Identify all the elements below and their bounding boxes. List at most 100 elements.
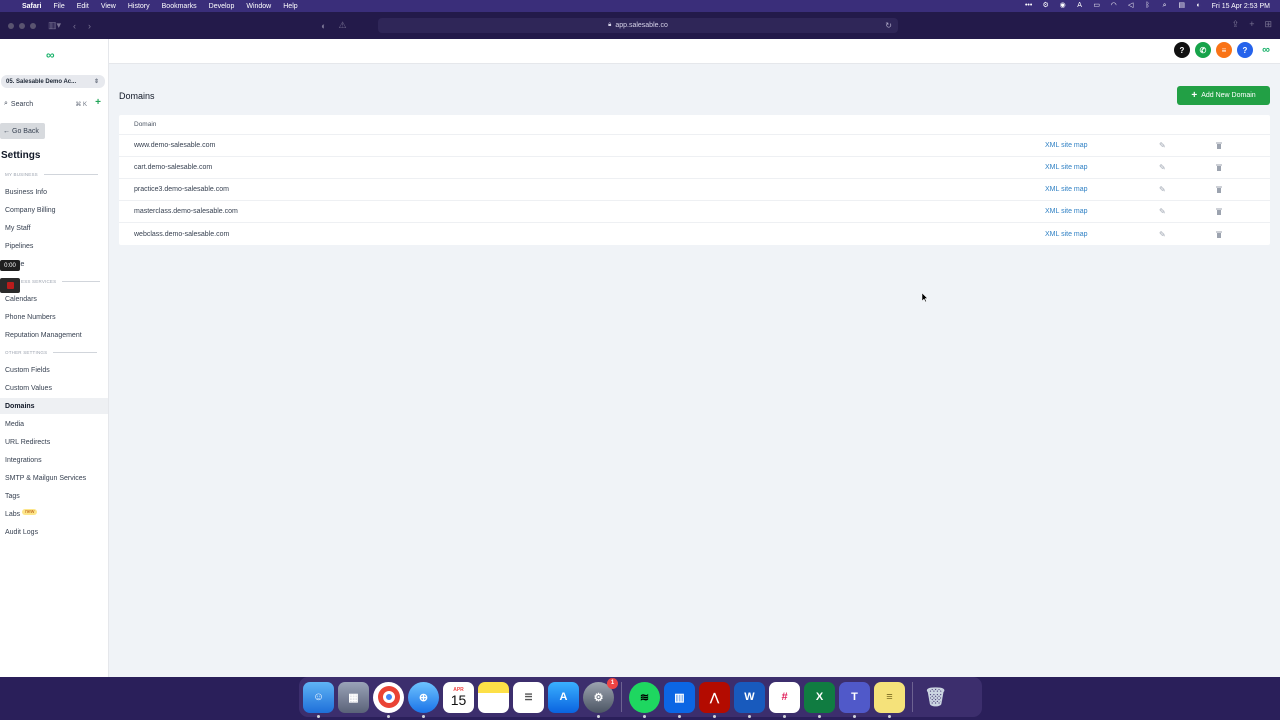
word-icon[interactable]: W	[734, 681, 765, 718]
edit-pencil-icon[interactable]: ✎	[1159, 141, 1166, 150]
sidebar-item-media[interactable]: Media	[0, 417, 108, 432]
notification-badge: 1	[607, 677, 618, 689]
trash-icon[interactable]	[1216, 208, 1222, 215]
sidebar-item-domains[interactable]: Domains	[0, 398, 108, 414]
reminders-icon[interactable]: ☰	[513, 681, 544, 713]
edit-pencil-icon[interactable]: ✎	[1159, 230, 1166, 239]
reload-icon[interactable]: ↻	[885, 21, 892, 30]
stickies-icon[interactable]: ≡	[874, 681, 905, 718]
sidebar-item-company-billing[interactable]: Company Billing	[0, 203, 108, 218]
support-icon[interactable]: ?	[1237, 42, 1253, 58]
quick-add-button[interactable]: +	[93, 98, 103, 108]
sidebar-item-phone-numbers[interactable]: Phone Numbers	[0, 310, 108, 325]
sidebar-item-my-staff[interactable]: My Staff	[0, 221, 108, 236]
sidebar-toggle-icon[interactable]: ▥▾	[48, 20, 61, 31]
airplay-icon[interactable]: ▭	[1093, 2, 1101, 9]
minimize-window-button[interactable]	[19, 22, 25, 29]
more-icon[interactable]: •••	[1025, 2, 1033, 9]
phone-icon[interactable]: ✆	[1195, 42, 1211, 58]
sidebar-item-tags[interactable]: Tags	[0, 489, 108, 504]
search-input[interactable]: ⌕ Search ⌘ K	[4, 98, 87, 110]
salesable-logo-icon[interactable]: ∞	[46, 49, 60, 61]
menu-edit[interactable]: Edit	[77, 3, 89, 10]
volume-icon[interactable]: ◁	[1127, 2, 1135, 9]
trash-icon[interactable]	[1216, 164, 1222, 171]
menu-help[interactable]: Help	[283, 3, 297, 10]
sidebar-item-business-info[interactable]: Business Info	[0, 185, 108, 200]
app-store-icon[interactable]: A	[548, 681, 579, 713]
forward-arrow-icon[interactable]: ›	[88, 21, 91, 31]
account-switcher[interactable]: 05. Salesable Demo Ac... ⇕	[1, 75, 105, 88]
sidebar-item-audit-logs[interactable]: Audit Logs	[0, 525, 108, 540]
menu-datetime[interactable]: Fri 15 Apr 2:53 PM	[1212, 3, 1270, 10]
calendar-icon[interactable]: APR 15	[443, 681, 474, 713]
edit-pencil-icon[interactable]: ✎	[1159, 207, 1166, 216]
record-icon[interactable]: ◉	[1059, 2, 1067, 9]
spotify-icon[interactable]: ≋	[629, 681, 660, 718]
brand-logo-icon[interactable]: ∞	[1258, 42, 1274, 58]
search-icon: ⌕	[4, 100, 8, 107]
spotlight-icon[interactable]: ⌕	[1161, 2, 1169, 9]
sidebar-item-labs[interactable]: Labs new	[0, 507, 108, 522]
chrome-icon[interactable]	[373, 681, 404, 718]
trash-bin-icon[interactable]: 🗑︎	[920, 682, 951, 713]
safari-icon[interactable]: ⊕	[408, 681, 439, 718]
list-icon[interactable]: ≡	[1216, 42, 1232, 58]
warning-icon[interactable]: ⚠	[338, 20, 346, 31]
notes-icon[interactable]	[478, 681, 509, 713]
help-icon[interactable]: ?	[1174, 42, 1190, 58]
xml-sitemap-link[interactable]: XML site map	[1045, 208, 1088, 215]
xml-sitemap-link[interactable]: XML site map	[1045, 231, 1088, 238]
trash-icon[interactable]	[1216, 186, 1222, 193]
section-business-services: ESS SERVICES	[21, 279, 101, 284]
menu-window[interactable]: Window	[246, 3, 271, 10]
tab-overview-icon[interactable]: ⊞	[1264, 19, 1272, 30]
domain-name: masterclass.demo-salesable.com	[134, 208, 238, 215]
stop-recording-button[interactable]	[0, 278, 20, 293]
menu-view[interactable]: View	[101, 3, 116, 10]
acrobat-icon[interactable]: ⋀	[699, 681, 730, 718]
xml-sitemap-link[interactable]: XML site map	[1045, 142, 1088, 149]
sidebar-item-smtp-mailgun[interactable]: SMTP & Mailgun Services	[0, 471, 108, 486]
privacy-shield-icon[interactable]: ◐	[321, 21, 326, 31]
launchpad-icon[interactable]: ▦	[338, 681, 369, 713]
trello-icon[interactable]: ▥	[664, 681, 695, 718]
sidebar-item-pipelines[interactable]: Pipelines	[0, 239, 108, 254]
excel-icon[interactable]: X	[804, 681, 835, 718]
sidebar-item-calendars[interactable]: Calendars	[0, 292, 108, 307]
new-tab-icon[interactable]: +	[1249, 19, 1254, 30]
finder-icon[interactable]: ☺	[303, 681, 334, 718]
sidebar-item-custom-values[interactable]: Custom Values	[0, 381, 108, 396]
sidebar-item-reputation-management[interactable]: Reputation Management	[0, 328, 108, 343]
edit-pencil-icon[interactable]: ✎	[1159, 185, 1166, 194]
menu-history[interactable]: History	[128, 3, 150, 10]
xml-sitemap-link[interactable]: XML site map	[1045, 186, 1088, 193]
gear-icon[interactable]: ⚙	[1042, 2, 1050, 9]
menu-bookmarks[interactable]: Bookmarks	[162, 3, 197, 10]
teams-icon[interactable]: T	[839, 681, 870, 718]
sidebar-item-url-redirects[interactable]: URL Redirects	[0, 435, 108, 450]
go-back-button[interactable]: ← Go Back	[0, 123, 45, 139]
zoom-window-button[interactable]	[30, 22, 36, 29]
close-window-button[interactable]	[8, 22, 14, 29]
menu-file[interactable]: File	[53, 3, 64, 10]
add-new-domain-button[interactable]: + Add New Domain	[1177, 86, 1270, 105]
menu-develop[interactable]: Develop	[209, 3, 235, 10]
sidebar-item-custom-fields[interactable]: Custom Fields	[0, 363, 108, 378]
control-center-icon[interactable]: ▤	[1178, 2, 1186, 9]
slack-icon[interactable]: #	[769, 681, 800, 718]
siri-icon[interactable]: ◐	[1195, 2, 1203, 9]
share-icon[interactable]: ⇪	[1232, 19, 1240, 30]
back-arrow-icon[interactable]: ‹	[73, 21, 76, 31]
bluetooth-icon[interactable]: ᛒ	[1144, 2, 1152, 9]
wifi-icon[interactable]: ◠	[1110, 2, 1118, 9]
edit-pencil-icon[interactable]: ✎	[1159, 163, 1166, 172]
trash-icon[interactable]	[1216, 142, 1222, 149]
address-bar[interactable]: 🔒︎ app.salesable.co ↻	[378, 18, 898, 33]
adobe-icon[interactable]: A	[1076, 2, 1084, 9]
trash-icon[interactable]	[1216, 231, 1222, 238]
sidebar-item-integrations[interactable]: Integrations	[0, 453, 108, 468]
menu-app-name[interactable]: Safari	[22, 3, 41, 10]
system-settings-icon[interactable]: ⚙ 1	[583, 677, 618, 718]
xml-sitemap-link[interactable]: XML site map	[1045, 164, 1088, 171]
